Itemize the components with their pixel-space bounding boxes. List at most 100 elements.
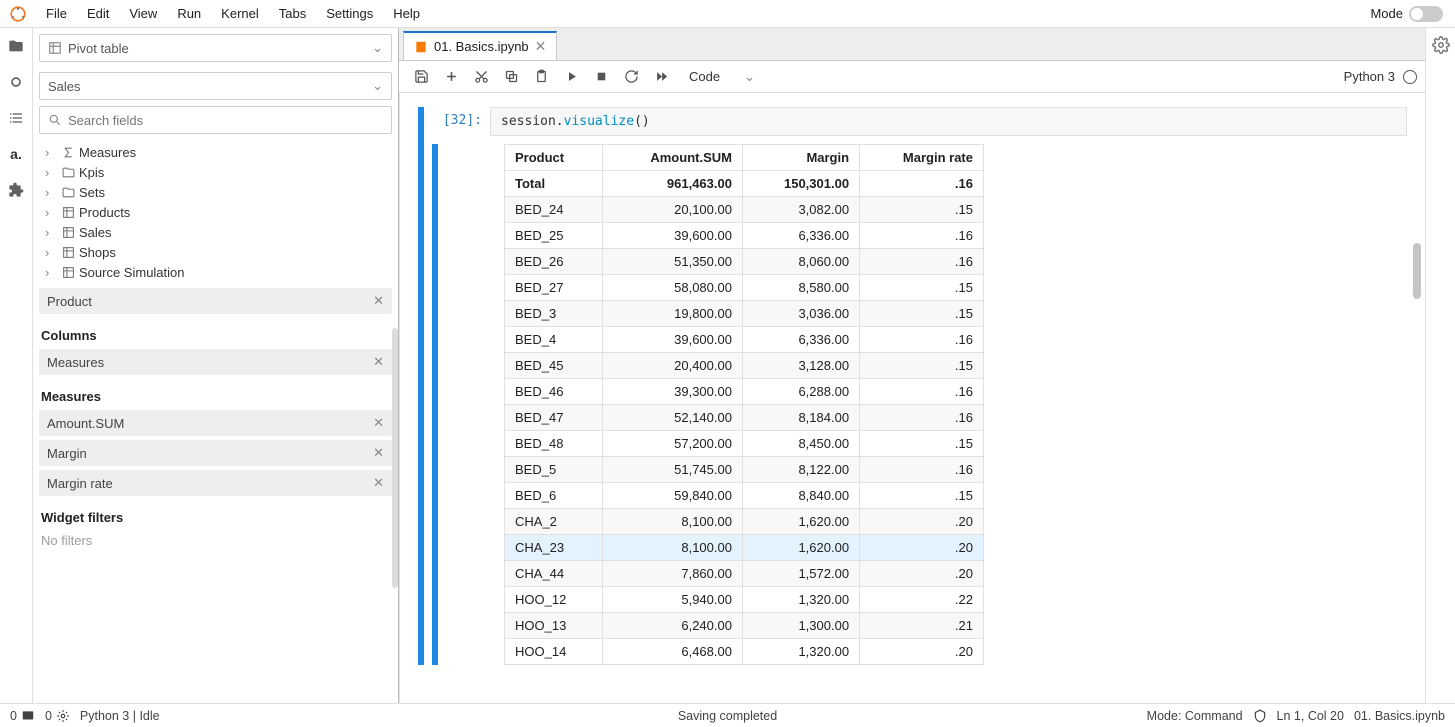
menu-kernel[interactable]: Kernel (211, 2, 269, 25)
menu-tabs[interactable]: Tabs (269, 2, 316, 25)
remove-chip-icon[interactable]: ✕ (373, 475, 384, 491)
table-row[interactable]: HOO_136,240.001,300.00.21 (505, 613, 984, 639)
table-row[interactable]: BED_2539,600.006,336.00.16 (505, 223, 984, 249)
table-row[interactable]: HOO_146,468.001,320.00.20 (505, 639, 984, 665)
run-all-button[interactable] (647, 63, 675, 91)
table-row[interactable]: BED_4752,140.008,184.00.16 (505, 405, 984, 431)
notebook-tab[interactable]: 01. Basics.ipynb ✕ (403, 31, 557, 60)
copy-button[interactable] (497, 63, 525, 91)
remove-chip-icon[interactable]: ✕ (373, 445, 384, 461)
remove-chip-icon[interactable]: ✕ (373, 354, 384, 370)
menu-file[interactable]: File (36, 2, 77, 25)
menu-edit[interactable]: Edit (77, 2, 119, 25)
tree-item[interactable]: ›Sets (39, 182, 392, 202)
paste-button[interactable] (527, 63, 555, 91)
widget-type-select[interactable]: Pivot table ⌄ (39, 34, 392, 62)
table-row[interactable]: BED_4520,400.003,128.00.15 (505, 353, 984, 379)
value-cell: 39,600.00 (603, 327, 743, 353)
add-cell-button[interactable] (437, 63, 465, 91)
notebook-body[interactable]: [32]: session.visualize() ProductAmount.… (399, 93, 1425, 703)
remove-chip-icon[interactable]: ✕ (373, 293, 384, 309)
table-row[interactable]: BED_4857,200.008,450.00.15 (505, 431, 984, 457)
toc-icon[interactable] (4, 106, 28, 130)
value-cell: .16 (860, 457, 984, 483)
table-row[interactable]: CHA_28,100.001,620.00.20 (505, 509, 984, 535)
code-editor[interactable]: session.visualize() (490, 107, 1407, 136)
menu-run[interactable]: Run (167, 2, 211, 25)
field-chip[interactable]: Margin✕ (39, 440, 392, 466)
table-row[interactable]: BED_659,840.008,840.00.15 (505, 483, 984, 509)
table-row[interactable]: CHA_238,100.001,620.00.20 (505, 535, 984, 561)
field-chip[interactable]: Measures✕ (39, 349, 392, 375)
tree-item[interactable]: ›Products (39, 202, 392, 222)
folder-icon (59, 166, 77, 179)
cube-label: Sales (48, 79, 81, 94)
running-icon[interactable] (4, 70, 28, 94)
kernel-status-indicator[interactable] (1403, 70, 1417, 84)
status-bar: 0 0 Python 3 | Idle Saving completed Mod… (0, 703, 1455, 727)
table-row[interactable]: BED_439,600.006,336.00.16 (505, 327, 984, 353)
menu-view[interactable]: View (119, 2, 167, 25)
save-button[interactable] (407, 63, 435, 91)
restart-button[interactable] (617, 63, 645, 91)
terminals-count[interactable]: 0 (10, 709, 35, 723)
table-row[interactable]: BED_2651,350.008,060.00.16 (505, 249, 984, 275)
pivot-table[interactable]: ProductAmount.SUMMarginMargin rateTotal9… (504, 144, 984, 665)
mode-toggle[interactable] (1409, 6, 1443, 22)
run-button[interactable] (557, 63, 585, 91)
table-row[interactable]: BED_551,745.008,122.00.16 (505, 457, 984, 483)
mode-label: Mode (1370, 6, 1403, 21)
search-fields[interactable] (39, 106, 392, 134)
table-row[interactable]: BED_319,800.003,036.00.15 (505, 301, 984, 327)
table-row[interactable]: BED_2758,080.008,580.00.15 (505, 275, 984, 301)
extensions-icon[interactable] (4, 178, 28, 202)
tree-item-label: Source Simulation (79, 265, 185, 280)
code-cell[interactable]: [32]: session.visualize() ProductAmount.… (418, 107, 1407, 665)
rows-chip[interactable]: Product ✕ (39, 288, 392, 314)
menu-settings[interactable]: Settings (316, 2, 383, 25)
close-tab-icon[interactable]: ✕ (535, 38, 547, 55)
tree-item[interactable]: ›Source Simulation (39, 262, 392, 282)
atoti-icon[interactable]: a. (4, 142, 28, 166)
menu-help[interactable]: Help (383, 2, 430, 25)
table-row[interactable]: CHA_447,860.001,572.00.20 (505, 561, 984, 587)
filebrowser-icon[interactable] (4, 34, 28, 58)
table-row[interactable]: HOO_125,940.001,320.00.22 (505, 587, 984, 613)
scrollbar-thumb[interactable] (1413, 243, 1421, 299)
cube-icon (59, 226, 77, 239)
trust-icon[interactable] (1253, 709, 1267, 723)
cut-button[interactable] (467, 63, 495, 91)
table-row[interactable]: BED_4639,300.006,288.00.16 (505, 379, 984, 405)
cursor-position[interactable]: Ln 1, Col 20 (1277, 709, 1344, 723)
tree-item[interactable]: ›Sales (39, 222, 392, 242)
value-cell: 6,240.00 (603, 613, 743, 639)
current-file[interactable]: 01. Basics.ipynb (1354, 709, 1445, 723)
field-chip[interactable]: Amount.SUM✕ (39, 410, 392, 436)
kernel-status[interactable]: Python 3 | Idle (80, 709, 160, 723)
value-cell: 6,336.00 (742, 223, 859, 249)
tree-item[interactable]: ›Measures (39, 142, 392, 162)
tree-item[interactable]: ›Shops (39, 242, 392, 262)
table-row[interactable]: Total961,463.00150,301.00.16 (505, 171, 984, 197)
cube-select[interactable]: Sales ⌄ (39, 72, 392, 100)
value-cell: 59,840.00 (603, 483, 743, 509)
column-header[interactable]: Amount.SUM (603, 145, 743, 171)
scrollbar-thumb[interactable] (392, 328, 398, 588)
tree-item[interactable]: ›Kpis (39, 162, 392, 182)
kernel-name[interactable]: Python 3 (1344, 69, 1395, 84)
notebook-area: 01. Basics.ipynb ✕ Code ⌄ Python 3 (399, 28, 1425, 703)
kernels-count[interactable]: 0 (45, 709, 70, 723)
remove-chip-icon[interactable]: ✕ (373, 415, 384, 431)
column-header[interactable]: Product (505, 145, 603, 171)
field-chip[interactable]: Margin rate✕ (39, 470, 392, 496)
search-input[interactable] (68, 113, 383, 128)
value-cell: .15 (860, 483, 984, 509)
table-row[interactable]: BED_2420,100.003,082.00.15 (505, 197, 984, 223)
cell-type-select[interactable]: Code ⌄ (685, 65, 763, 89)
notebook-mode[interactable]: Mode: Command (1147, 709, 1243, 723)
chevron-down-icon: ⌄ (372, 78, 383, 94)
stop-button[interactable] (587, 63, 615, 91)
column-header[interactable]: Margin rate (860, 145, 984, 171)
property-inspector-icon[interactable] (1432, 36, 1450, 54)
column-header[interactable]: Margin (742, 145, 859, 171)
